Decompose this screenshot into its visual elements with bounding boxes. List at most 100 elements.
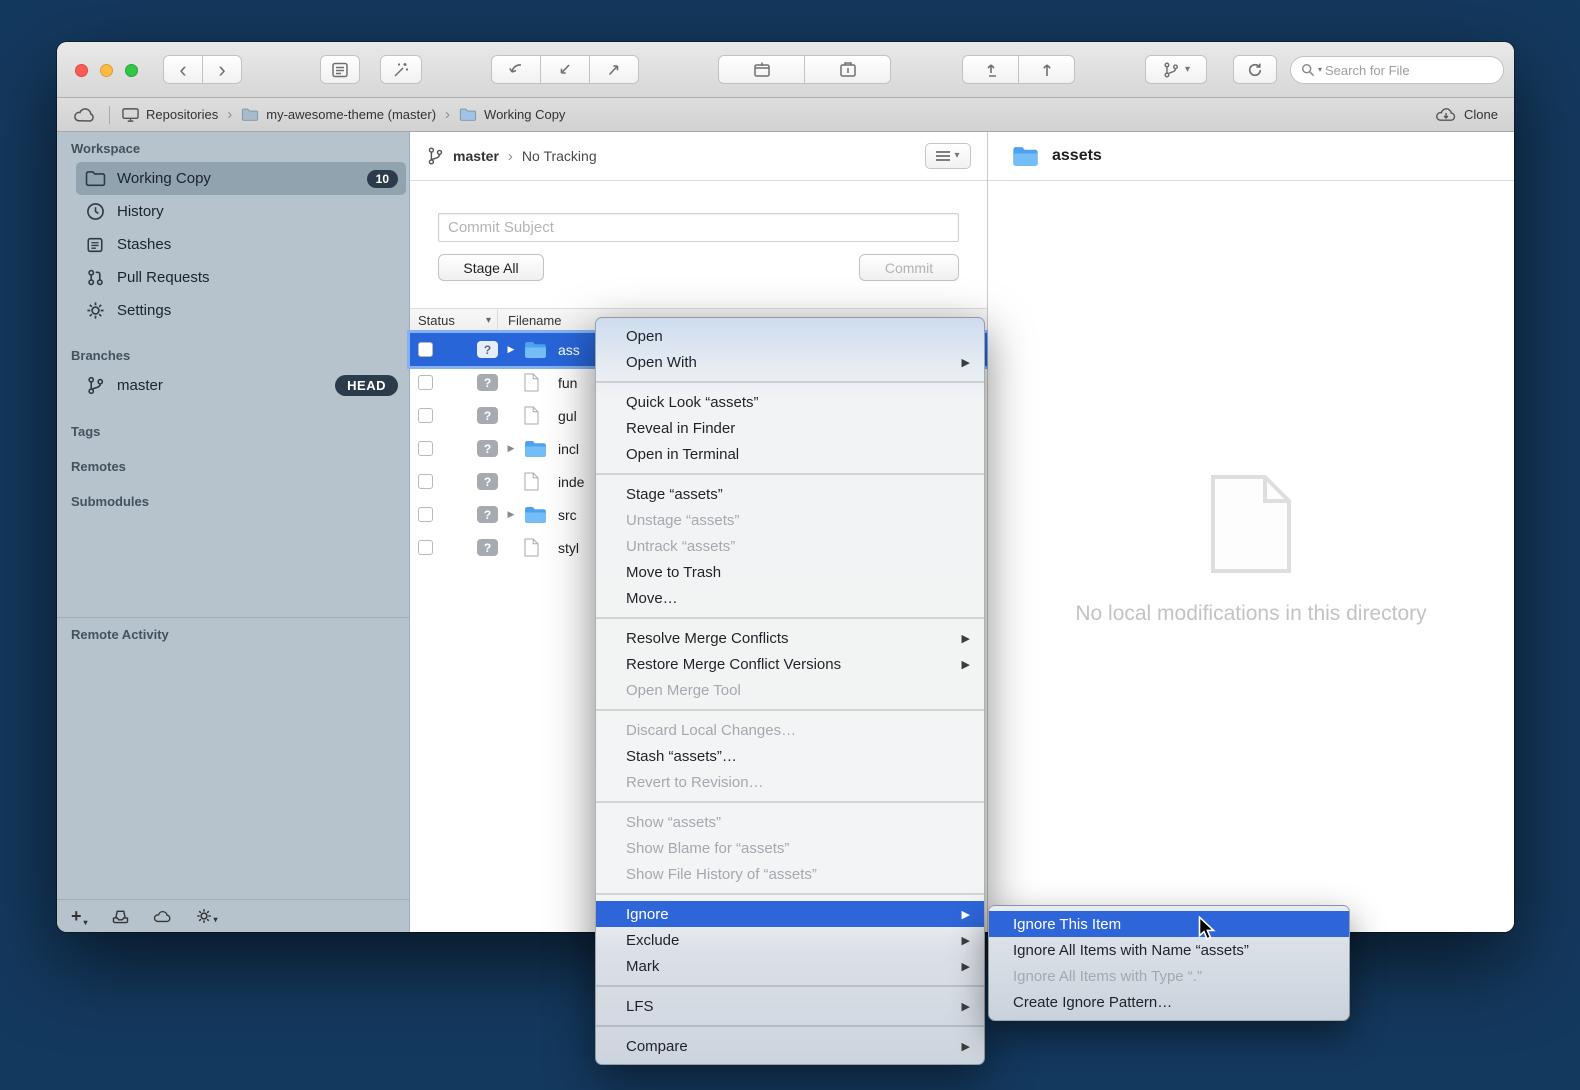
sidebar-item-label: History — [117, 203, 164, 220]
clone-button[interactable]: Clone — [1435, 107, 1498, 122]
add-button[interactable] — [804, 55, 891, 84]
status-badge: ? — [477, 506, 498, 523]
menu-item-lfs[interactable]: LFS▶ — [596, 993, 984, 1019]
sidebar-item-history[interactable]: History — [76, 195, 406, 228]
menu-item-reveal-in-finder[interactable]: Reveal in Finder — [596, 415, 984, 441]
minimize-window-button[interactable] — [100, 64, 113, 77]
repo-settings-button[interactable]: ▾ — [196, 908, 218, 924]
remote-accounts-button[interactable] — [153, 910, 172, 923]
arrow-up-right-icon — [605, 61, 623, 79]
section-branches[interactable]: Branches — [57, 339, 409, 369]
divider — [109, 106, 110, 124]
section-submodules[interactable]: Submodules — [57, 480, 409, 515]
menu-item-resolve-merge-conflicts[interactable]: Resolve Merge Conflicts▶ — [596, 625, 984, 651]
status-badge: ? — [477, 374, 498, 391]
menu-item-exclude[interactable]: Exclude▶ — [596, 927, 984, 953]
submenu-arrow-icon: ▶ — [962, 1000, 970, 1013]
menu-item-open[interactable]: Open — [596, 323, 984, 349]
stage-checkbox[interactable] — [418, 408, 433, 423]
section-remotes[interactable]: Remotes — [57, 445, 409, 480]
detail-panel: assets No local modifications in this di… — [988, 132, 1514, 932]
close-window-button[interactable] — [75, 64, 88, 77]
empty-message: No local modifications in this directory — [1075, 602, 1426, 626]
filename-column-header[interactable]: Filename — [498, 313, 561, 328]
status-badge: ? — [477, 407, 498, 424]
menu-item-move-to-trash[interactable]: Move to Trash — [596, 559, 984, 585]
zoom-window-button[interactable] — [125, 64, 138, 77]
menu-separator — [596, 1025, 984, 1027]
sidebar-item-pull-requests[interactable]: Pull Requests — [76, 261, 406, 294]
back-button[interactable]: ‹ — [163, 55, 203, 84]
git-flow-icon — [1162, 61, 1180, 79]
menu-item-open-with[interactable]: Open With▶ — [596, 349, 984, 375]
submenu-item-ignore-this-item[interactable]: Ignore This Item — [989, 911, 1349, 937]
stage-checkbox[interactable] — [418, 375, 433, 390]
fetch-button[interactable] — [1018, 55, 1075, 84]
submenu-arrow-icon: ▶ — [962, 960, 970, 973]
file-icon — [524, 406, 550, 425]
menu-item-quick-look[interactable]: Quick Look “assets” — [596, 389, 984, 415]
checkout-button[interactable] — [491, 55, 541, 84]
submenu-arrow-icon: ▶ — [962, 934, 970, 947]
forward-button[interactable]: › — [202, 55, 242, 84]
breadcrumb-repositories[interactable]: Repositories — [122, 107, 218, 123]
sidebar-item-working-copy[interactable]: Working Copy 10 — [76, 162, 406, 195]
menu-item-stage[interactable]: Stage “assets” — [596, 481, 984, 507]
merge-button[interactable] — [589, 55, 639, 84]
menu-item-restore-merge-conflict-versions[interactable]: Restore Merge Conflict Versions▶ — [596, 651, 984, 677]
stage-checkbox[interactable] — [418, 342, 433, 357]
folder-icon — [241, 107, 259, 122]
inbox-button[interactable] — [112, 909, 129, 924]
status-badge: ? — [477, 341, 498, 358]
stage-checkbox[interactable] — [418, 540, 433, 555]
back-icon: ‹ — [179, 57, 186, 83]
add-repository-button[interactable]: + ▾ — [71, 906, 88, 927]
empty-state: No local modifications in this directory — [988, 474, 1514, 626]
sidebar-item-label: Settings — [117, 302, 171, 319]
menu-item-open-in-terminal[interactable]: Open in Terminal — [596, 441, 984, 467]
search-input[interactable] — [1325, 63, 1493, 78]
branch-icon — [84, 375, 106, 397]
sidebar-item-branch-master[interactable]: master HEAD — [76, 369, 406, 402]
status-column-header[interactable]: Status ▾ — [410, 309, 498, 332]
view-options-button[interactable]: ▾ — [925, 143, 971, 169]
section-tags[interactable]: Tags — [57, 414, 409, 445]
menu-separator — [596, 801, 984, 803]
menu-item-stash[interactable]: Stash “assets”… — [596, 743, 984, 769]
file-icon — [524, 373, 550, 392]
stash-button[interactable] — [718, 55, 805, 84]
menu-item-move[interactable]: Move… — [596, 585, 984, 611]
commit-submit-button[interactable]: Commit — [859, 254, 959, 281]
reset-button[interactable] — [540, 55, 590, 84]
section-workspace: Workspace — [57, 132, 409, 162]
commit-button[interactable] — [320, 55, 360, 84]
disclosure-triangle-icon[interactable]: ▶ — [498, 509, 524, 520]
sidebar-item-settings[interactable]: Settings — [76, 294, 406, 327]
commit-subject-input[interactable] — [438, 213, 959, 242]
refresh-button[interactable] — [1233, 55, 1277, 84]
stage-all-button[interactable]: Stage All — [438, 254, 544, 281]
sidebar-item-stashes[interactable]: Stashes — [76, 228, 406, 261]
submenu-item-create-ignore-pattern[interactable]: Create Ignore Pattern… — [989, 989, 1349, 1015]
menu-item-mark[interactable]: Mark▶ — [596, 953, 984, 979]
chevron-separator-icon: › — [227, 106, 232, 123]
discard-button[interactable] — [380, 55, 422, 84]
search-field[interactable]: ▾ — [1290, 56, 1504, 84]
disclosure-triangle-icon[interactable]: ▶ — [498, 344, 524, 355]
sync-buttons — [718, 55, 891, 84]
menu-item-open-merge-tool: Open Merge Tool — [596, 677, 984, 703]
breadcrumb-repository[interactable]: my-awesome-theme (master) — [241, 107, 436, 122]
stage-checkbox[interactable] — [418, 441, 433, 456]
breadcrumb-working-copy[interactable]: Working Copy — [459, 107, 565, 122]
traffic-lights — [75, 64, 138, 77]
submenu-item-ignore-all-with-name[interactable]: Ignore All Items with Name “assets” — [989, 937, 1349, 963]
menu-item-ignore[interactable]: Ignore▶ — [596, 901, 984, 927]
submenu-arrow-icon: ▶ — [962, 658, 970, 671]
git-flow-button[interactable]: ▾ — [1145, 55, 1207, 84]
stage-checkbox[interactable] — [418, 474, 433, 489]
menu-item-compare[interactable]: Compare▶ — [596, 1033, 984, 1059]
navigation-buttons: ‹ › — [163, 55, 242, 84]
push-button[interactable] — [962, 55, 1019, 84]
stage-checkbox[interactable] — [418, 507, 433, 522]
disclosure-triangle-icon[interactable]: ▶ — [498, 443, 524, 454]
